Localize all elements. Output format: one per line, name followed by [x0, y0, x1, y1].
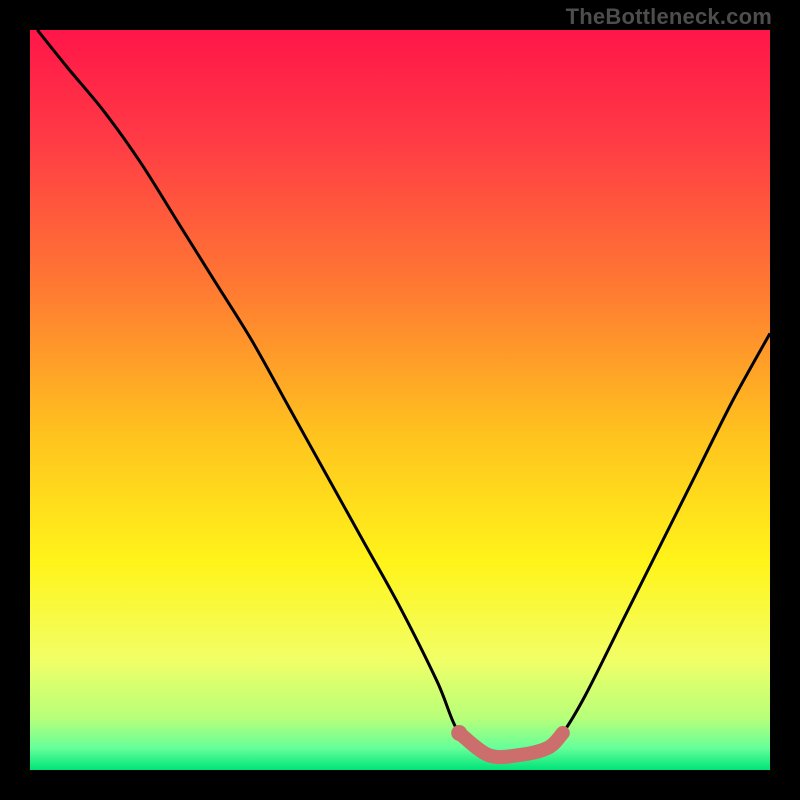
optimal-zone-highlight — [459, 733, 563, 757]
watermark-text: TheBottleneck.com — [566, 4, 772, 30]
curve-layer — [30, 30, 770, 770]
optimal-zone-start-dot — [451, 725, 467, 741]
plot-area — [30, 30, 770, 770]
bottleneck-curve — [37, 30, 770, 757]
chart-frame: TheBottleneck.com — [0, 0, 800, 800]
